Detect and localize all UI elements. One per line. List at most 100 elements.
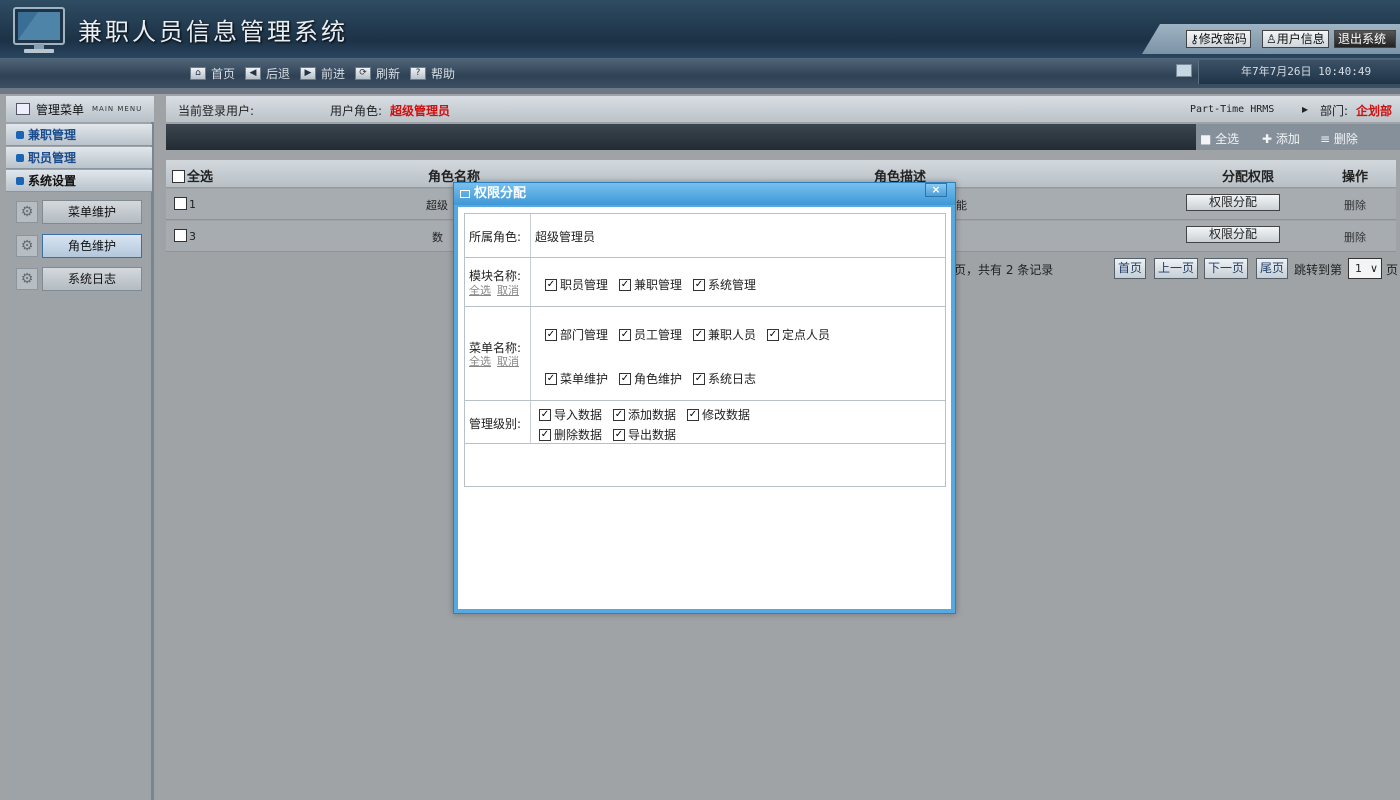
- sidebar-header: 管理菜单 MAIN MENU: [6, 96, 154, 122]
- check-icon: ✓: [693, 278, 705, 291]
- header-divider: [0, 88, 1400, 94]
- pager-summary: 页，共有 2 条记录: [954, 263, 1054, 277]
- menu-checkbox[interactable]: ✓ 兼职人员: [693, 326, 756, 343]
- window-icon: [460, 190, 470, 198]
- nav-back[interactable]: ◀ 后退: [245, 64, 290, 82]
- close-icon[interactable]: ×: [925, 183, 947, 197]
- last-page-button[interactable]: 尾页: [1256, 258, 1289, 279]
- module-select-all-link[interactable]: 全选: [469, 284, 491, 297]
- assign-permission-button[interactable]: 权限分配: [1186, 194, 1280, 211]
- checkbox[interactable]: [174, 229, 187, 242]
- toolbar-select-all[interactable]: ■ 全选: [1200, 130, 1239, 147]
- bullet-icon: [16, 130, 24, 139]
- level-checkbox[interactable]: ✓ 删除数据: [539, 426, 602, 443]
- row-select[interactable]: 3: [174, 229, 196, 243]
- check-icon: ✓: [767, 328, 779, 341]
- first-page-button[interactable]: 首页: [1114, 258, 1147, 279]
- system-name-en: Part-Time HRMS: [1190, 104, 1275, 115]
- monitor-icon: [1176, 64, 1192, 77]
- menu-checkbox[interactable]: ✓ 角色维护: [619, 370, 682, 387]
- check-icon: ✓: [539, 428, 551, 441]
- checkbox[interactable]: [172, 170, 185, 183]
- module-checkbox[interactable]: ✓ 兼职管理: [619, 276, 682, 293]
- menu-checkbox[interactable]: ✓ 定点人员: [767, 326, 830, 343]
- form-row-modules: 模块名称: 全选 取消 ✓ 职员管理 ✓ 兼职管理 ✓ 系统管理: [465, 258, 945, 307]
- level-checkbox[interactable]: ✓ 修改数据: [687, 406, 750, 423]
- module-cancel-link[interactable]: 取消: [497, 284, 519, 297]
- key-icon: ⚷: [1190, 32, 1199, 46]
- checkbox[interactable]: [174, 197, 187, 210]
- form-row-footer: [465, 444, 945, 486]
- form-row-menus: 菜单名称: 全选 取消 ✓ 部门管理 ✓ 员工管理 ✓ 兼职人员 ✓ 定点人员 ✓ 菜单维护…: [465, 307, 945, 401]
- check-icon: ✓: [613, 428, 625, 441]
- menu-checkbox[interactable]: ✓ 部门管理: [545, 326, 608, 343]
- top-right-panel: ⚷修改密码 ♙用户信息 退出系统: [1142, 24, 1400, 54]
- sidebar-item-role-maintain[interactable]: ⚙ 角色维护: [16, 234, 142, 258]
- level-checkbox[interactable]: ✓ 导出数据: [613, 426, 676, 443]
- check-icon: ✓: [539, 408, 551, 421]
- level-checkbox[interactable]: ✓ 添加数据: [613, 406, 676, 423]
- menu-checkbox[interactable]: ✓ 系统日志: [693, 370, 756, 387]
- chevron-down-icon: ∨: [1369, 262, 1378, 275]
- check-icon: ✓: [693, 328, 705, 341]
- nav-refresh[interactable]: ⟳ 刷新: [355, 64, 400, 82]
- module-checkbox[interactable]: ✓ 职员管理: [545, 276, 608, 293]
- header-ops: 操作: [1342, 170, 1369, 185]
- app-header: 兼职人员信息管理系统 ⚷修改密码 ♙用户信息 退出系统: [0, 0, 1400, 58]
- sidebar-item-system-log[interactable]: ⚙ 系统日志: [16, 267, 142, 291]
- sidebar-title-en: MAIN MENU: [92, 105, 143, 113]
- toolbar-add-button[interactable]: ✚ 添加: [1262, 130, 1300, 147]
- sidebar-item-menu-maintain[interactable]: ⚙ 菜单维护: [16, 200, 142, 224]
- next-page-button[interactable]: 下一页: [1204, 258, 1249, 279]
- prev-page-button[interactable]: 上一页: [1154, 258, 1199, 279]
- menu-checkbox[interactable]: ✓ 菜单维护: [545, 370, 608, 387]
- sidebar-group-parttime[interactable]: 兼职管理: [6, 124, 152, 146]
- gear-icon: ⚙: [16, 235, 38, 257]
- gear-icon: ⚙: [16, 268, 38, 290]
- row-role-desc: 能: [956, 199, 967, 212]
- current-user-label: 当前登录用户:: [178, 104, 255, 118]
- page-select[interactable]: 1 ∨: [1348, 258, 1382, 279]
- back-icon: ◀: [245, 66, 261, 80]
- menu-cancel-link[interactable]: 取消: [497, 355, 519, 368]
- module-checkbox[interactable]: ✓ 系统管理: [693, 276, 756, 293]
- user-info-button[interactable]: ♙用户信息: [1262, 30, 1329, 48]
- info-bar: 当前登录用户: 用户角色: 超级管理员 Part-Time HRMS ▸ 部门:…: [166, 96, 1400, 122]
- form-row-levels: 管理级别: ✓ 导入数据 ✓ 添加数据 ✓ 修改数据 ✓ 删除数据 ✓ 导出数据: [465, 401, 945, 444]
- role-label: 用户角色:: [330, 104, 383, 118]
- delete-link[interactable]: 删除: [1344, 197, 1366, 213]
- home-icon: ⌂: [190, 66, 206, 80]
- check-icon: ✓: [687, 408, 699, 421]
- page-suffix: 页: [1386, 263, 1399, 277]
- check-icon: ✓: [619, 372, 631, 385]
- menu-icon: [16, 103, 30, 115]
- menu-select-all-link[interactable]: 全选: [469, 355, 491, 368]
- role-field-value: 超级管理员: [535, 230, 596, 244]
- change-password-button[interactable]: ⚷修改密码: [1186, 30, 1251, 48]
- sidebar-group-staff[interactable]: 职员管理: [6, 147, 152, 169]
- role-value: 超级管理员: [390, 104, 451, 118]
- check-icon: ✓: [693, 372, 705, 385]
- dept-label: 部门:: [1320, 104, 1349, 118]
- nav-forward[interactable]: ▶ 前进: [300, 64, 345, 82]
- header-assign: 分配权限: [1222, 170, 1275, 185]
- datetime-display: 年7年7月26日 10:40:49: [1198, 60, 1400, 84]
- nav-help[interactable]: ? 帮助: [410, 64, 455, 82]
- plus-icon: ✚: [1262, 132, 1276, 146]
- check-icon: ✓: [619, 328, 631, 341]
- logout-button[interactable]: 退出系统: [1334, 30, 1396, 48]
- menu-checkbox[interactable]: ✓ 员工管理: [619, 326, 682, 343]
- header-select-all[interactable]: 全选: [172, 166, 213, 185]
- toolbar-delete-button[interactable]: ≡ 删除: [1320, 130, 1358, 147]
- row-select[interactable]: 1: [174, 197, 196, 211]
- assign-permission-button[interactable]: 权限分配: [1186, 226, 1280, 243]
- dialog-body: 所属角色: 超级管理员 模块名称: 全选 取消 ✓ 职员管理 ✓ 兼职管理 ✓ 系统管理…: [458, 207, 951, 609]
- row-role-name: 数: [432, 231, 443, 244]
- sidebar-group-settings[interactable]: 系统设置: [6, 170, 152, 192]
- level-checkbox[interactable]: ✓ 导入数据: [539, 406, 602, 423]
- row-role-name: 超级: [426, 199, 448, 212]
- delete-link[interactable]: 删除: [1344, 229, 1366, 245]
- dialog-title-bar[interactable]: 权限分配: [454, 183, 955, 205]
- sidebar-title: 管理菜单: [36, 102, 85, 117]
- nav-home[interactable]: ⌂ 首页: [190, 64, 235, 82]
